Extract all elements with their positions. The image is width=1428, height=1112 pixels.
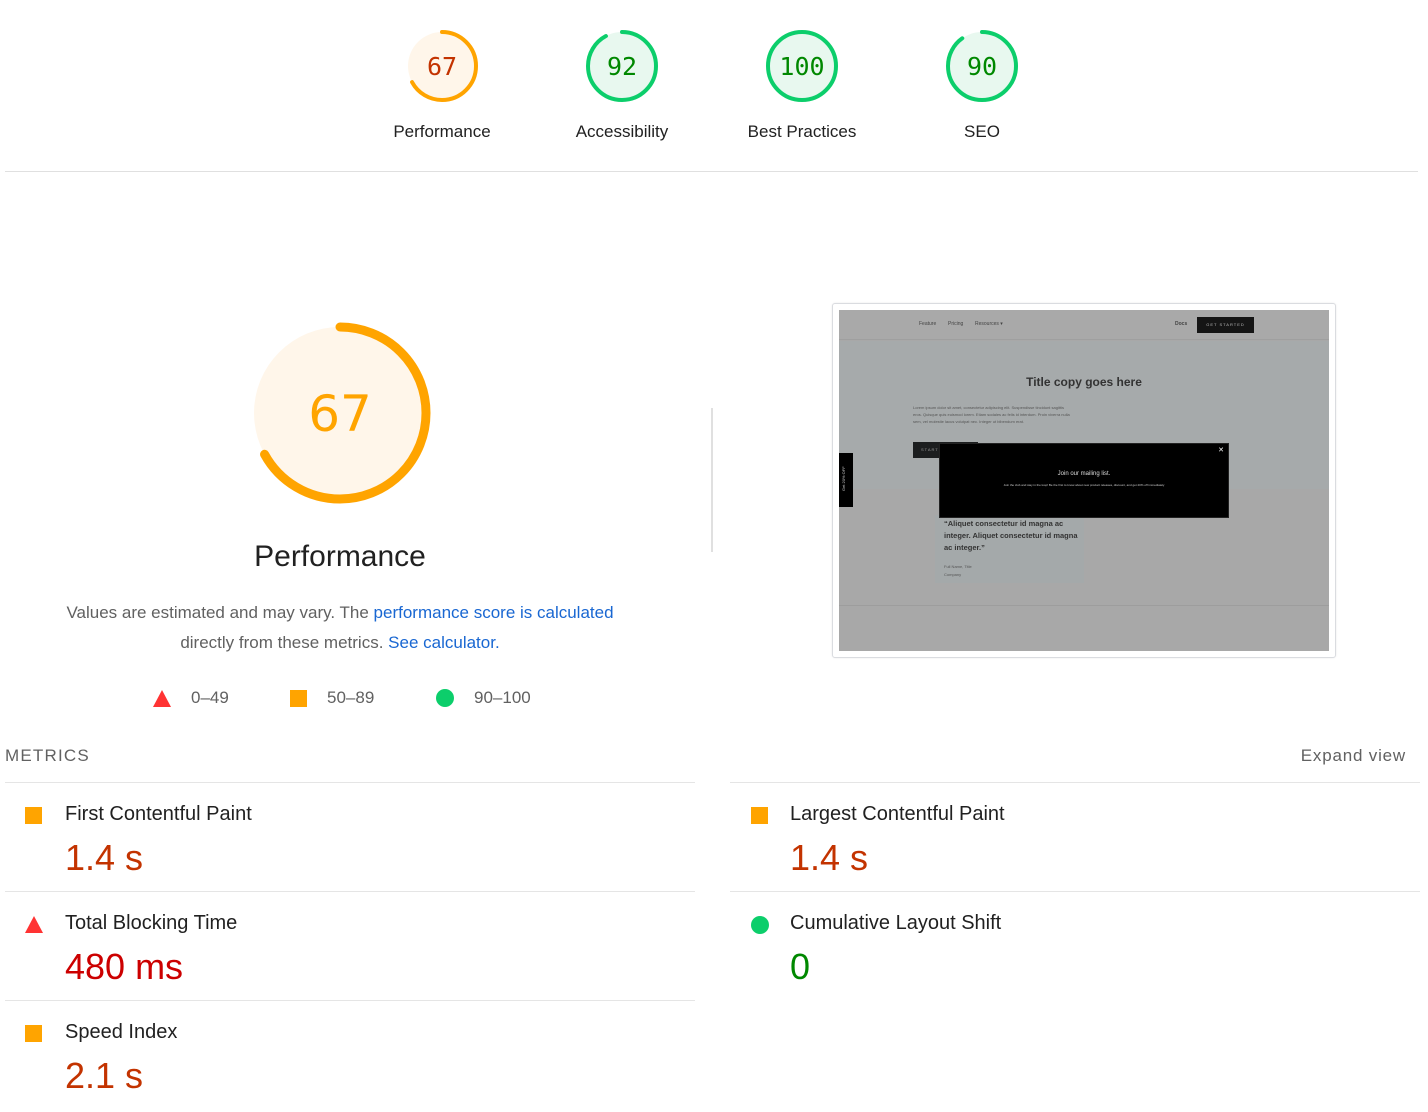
metric-largest-contentful-paint: Largest Contentful Paint 1.4 s [730, 782, 1420, 891]
final-screenshot[interactable]: Feature Pricing Resources ▾ Docs GET STA… [832, 303, 1336, 658]
metrics-column-right: Largest Contentful Paint 1.4 s Cumulativ… [730, 782, 1420, 1000]
gauge-score: 90 [967, 52, 997, 81]
gauge-label: Performance [393, 122, 491, 141]
metric-cumulative-layout-shift: Cumulative Layout Shift 0 [730, 891, 1420, 1000]
close-icon: ✕ [1218, 447, 1224, 454]
legend-item-average: 50–89 [290, 688, 374, 708]
vertical-divider [711, 408, 713, 552]
gauge-best-practices[interactable]: 100 Best Practices [722, 28, 882, 142]
metric-speed-index: Speed Index 2.1 s [5, 1000, 695, 1109]
metric-value: 480 ms [65, 946, 184, 987]
screenshot-side-tab: Get 20% OFF [839, 453, 853, 507]
gauge-seo[interactable]: 90 SEO [902, 28, 1062, 142]
divider [5, 171, 1418, 172]
metric-name: Total Blocking Time [65, 912, 238, 934]
screenshot-navbar: Feature Pricing Resources ▾ Docs GET STA… [839, 310, 1329, 340]
performance-title: Performance [254, 540, 426, 573]
score-calculated-link[interactable]: performance score is calculated [374, 603, 614, 622]
modal-title: Join our mailing list. [1057, 471, 1111, 477]
screenshot-nav-docs: Docs [1175, 321, 1188, 327]
legend-range: 90–100 [474, 688, 531, 707]
description-text: Values are estimated and may vary. The [66, 603, 374, 622]
quote-company: Company [944, 572, 962, 577]
gauge-label: Accessibility [575, 122, 669, 141]
gauge-ring-icon: 90 [946, 30, 1018, 102]
metric-first-contentful-paint: First Contentful Paint 1.4 s [5, 782, 695, 891]
performance-description: Values are estimated and may vary. The p… [40, 598, 640, 658]
metric-name: First Contentful Paint [65, 803, 252, 825]
quote-name: Full Name, Title [944, 564, 972, 569]
triangle-icon [153, 689, 171, 707]
screenshot-quote-card: “Aliquet consectetur id magna ac integer… [935, 515, 1084, 583]
description-text: directly from these metrics. [180, 633, 389, 652]
expand-view-toggle[interactable]: Expand view [1301, 746, 1406, 766]
gauge-score: 92 [607, 52, 637, 81]
screenshot-nav-link: Pricing [948, 321, 964, 327]
gauge-label: Best Practices [747, 122, 857, 141]
screenshot-modal: ✕ Join our mailing list. Join the club a… [939, 443, 1229, 518]
square-icon [751, 807, 768, 824]
side-tab-label: Get 20% OFF [841, 466, 846, 491]
performance-gauge: 67 [249, 322, 431, 504]
see-calculator-link[interactable]: See calculator. [388, 633, 500, 652]
circle-icon [751, 916, 769, 934]
category-gauges: 67 Performance 92 Accessibility 100 Best… [0, 0, 1428, 172]
score-legend: 0–49 50–89 90–100 [0, 688, 700, 712]
legend-item-fail: 0–49 [153, 688, 229, 708]
metric-value: 1.4 s [65, 837, 144, 878]
quote-author: Full Name, Title Company [944, 563, 972, 579]
metric-name: Speed Index [65, 1021, 178, 1043]
metrics-heading: METRICS [5, 746, 90, 765]
metric-name: Largest Contentful Paint [790, 803, 1005, 825]
metric-value: 2.1 s [65, 1055, 144, 1096]
metric-total-blocking-time: Total Blocking Time 480 ms [5, 891, 695, 1000]
metric-value: 1.4 s [790, 837, 869, 878]
triangle-icon [25, 916, 43, 933]
gauge-ring-icon: 67 [406, 30, 478, 102]
quote-text: “Aliquet consectetur id magna ac integer… [944, 519, 1078, 552]
square-icon [290, 689, 307, 707]
gauge-score: 67 [427, 52, 457, 81]
screenshot-nav-link: Feature [919, 321, 937, 327]
gauge-accessibility[interactable]: 92 Accessibility [542, 28, 702, 142]
screenshot-nav-link: Resources ▾ [975, 321, 1003, 327]
divider [839, 605, 1329, 606]
gauge-label: SEO [964, 122, 1000, 141]
modal-text: Join the club and stay in the loop! Be t… [1003, 483, 1165, 487]
legend-item-pass: 90–100 [436, 688, 531, 708]
metric-value: 0 [790, 946, 811, 987]
legend-range: 50–89 [327, 688, 375, 707]
square-icon [25, 807, 42, 824]
circle-icon [436, 689, 454, 707]
gauge-ring-icon: 100 [766, 30, 838, 102]
gauge-score: 100 [779, 52, 824, 81]
legend-range: 0–49 [191, 688, 229, 707]
screenshot-cta: GET STARTED [1197, 317, 1254, 333]
screenshot-image: Feature Pricing Resources ▾ Docs GET STA… [839, 310, 1329, 651]
gauge-performance[interactable]: 67 Performance [362, 28, 522, 142]
metric-name: Cumulative Layout Shift [790, 912, 1002, 934]
square-icon [25, 1025, 42, 1042]
gauge-ring-icon: 92 [586, 30, 658, 102]
screenshot-title: Title copy goes here [1026, 375, 1142, 389]
metrics-column-left: First Contentful Paint 1.4 s Total Block… [5, 782, 695, 1109]
screenshot-lorem: Lorem ipsum dolor sit amet, consectetur … [913, 405, 1070, 424]
gauge-score: 67 [308, 385, 372, 443]
